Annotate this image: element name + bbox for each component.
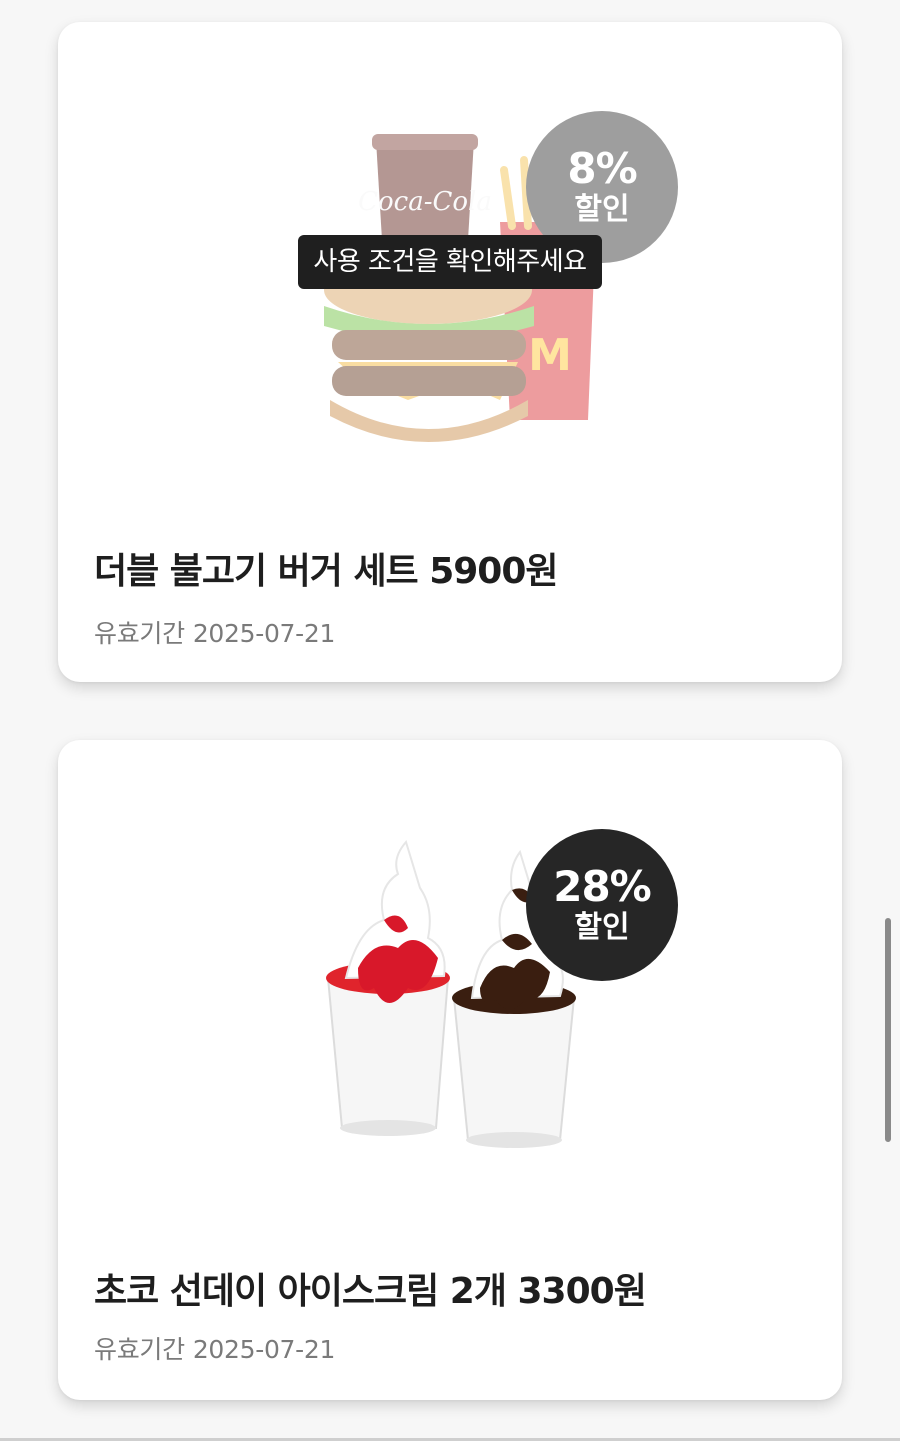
validity-date: 2025-07-21	[192, 1335, 336, 1364]
discount-percent: 8%	[567, 144, 637, 193]
validity-date: 2025-07-21	[192, 619, 336, 648]
validity-period: 유효기간 2025-07-21	[94, 614, 335, 650]
discount-badge: 28% 할인	[526, 829, 678, 981]
discount-label: 할인	[574, 910, 630, 945]
discount-label: 할인	[574, 192, 630, 227]
coupon-list-page: Coca-Cola M 8% 할인 사용 조건을 확인해주세요 더블 불고기 버…	[0, 0, 900, 1441]
scrollbar[interactable]	[885, 918, 891, 1142]
validity-period: 유효기간 2025-07-21	[94, 1330, 335, 1366]
validity-label: 유효기간	[94, 619, 185, 648]
validity-label: 유효기간	[94, 1335, 185, 1364]
coupon-title: 초코 선데이 아이스크림 2개 3300원	[94, 1271, 647, 1312]
coupon-card[interactable]: 28% 할인 초코 선데이 아이스크림 2개 3300원 유효기간 2025-07…	[58, 740, 842, 1400]
svg-text:M: M	[528, 330, 572, 381]
coupon-card[interactable]: Coca-Cola M 8% 할인 사용 조건을 확인해주세요 더블 불고기 버…	[58, 22, 842, 682]
coupon-title: 더블 불고기 버거 세트 5900원	[94, 551, 559, 592]
discount-percent: 28%	[553, 862, 652, 911]
usage-condition-tooltip[interactable]: 사용 조건을 확인해주세요	[298, 235, 602, 289]
svg-text:Coca-Cola: Coca-Cola	[358, 187, 492, 217]
